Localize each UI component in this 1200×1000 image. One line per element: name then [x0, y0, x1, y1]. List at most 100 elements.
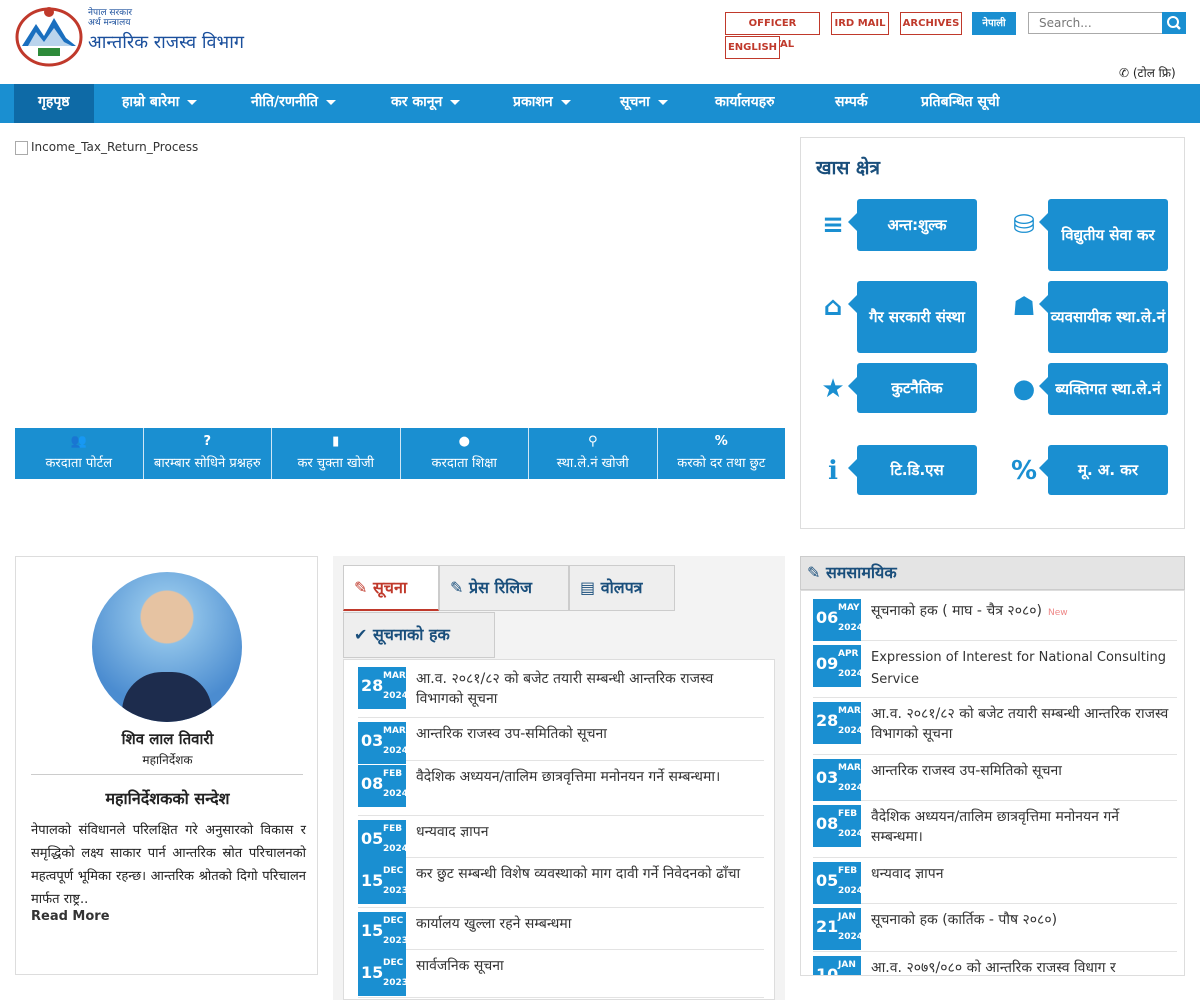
nav-notice[interactable]: सूचना: [620, 84, 668, 123]
list-item[interactable]: 28 MAR 2024 आ.व. २०८१/८२ को बजेट तयारी सम्ब…: [813, 698, 1177, 755]
database-icon: ⛁: [1013, 210, 1035, 240]
book-icon: ▤: [580, 578, 601, 597]
caret-down-icon: [325, 99, 336, 105]
edit-icon: ✎: [807, 563, 826, 582]
user-icon: ●: [458, 434, 470, 449]
special-item-personal-pan[interactable]: ● ब्यक्तिगत स्था.ले.नं: [1006, 363, 1176, 437]
special-item-vat[interactable]: % मू. अ. कर: [1006, 445, 1176, 519]
date-badge: 03 MAR 2024: [358, 722, 408, 764]
nav-publication[interactable]: प्रकाशन: [513, 84, 571, 123]
paperclip-icon: ✎: [450, 578, 469, 597]
special-item-diplomatic[interactable]: ★ कुटनैतिक: [815, 363, 985, 437]
notices-panel: ✎ सूचना ✎ प्रेस रिलिज ▤ वोलपत्र ✔ सूचनाक…: [333, 556, 785, 1000]
nav-tax-law[interactable]: कर कानून: [391, 84, 461, 123]
ird-mail-button[interactable]: IRD MAIL: [831, 12, 889, 35]
quicklink-tax-rates[interactable]: % करको दर तथा छुट: [657, 428, 785, 479]
check-circle-icon: ✔: [354, 625, 373, 644]
tab-tender[interactable]: ▤ वोलपत्र: [569, 565, 675, 611]
officer-portal-button[interactable]: OFFICER PORTAL: [725, 12, 820, 50]
question-icon: ?: [203, 434, 212, 449]
tab-press-release[interactable]: ✎ प्रेस रिलिज: [439, 565, 569, 611]
main-nav: गृहपृष्ठ हाम्रो बारेमा नीति/रणनीति कर का…: [0, 84, 1200, 123]
date-badge: 15 DEC 2023: [358, 954, 408, 996]
tab-right-to-info[interactable]: ✔ सूचनाको हक: [343, 612, 495, 658]
date-badge: 21 JAN 2024: [813, 908, 863, 950]
list-icon: ≡: [822, 210, 844, 240]
list-item[interactable]: 21 JAN 2024 सूचनाको हक (कार्तिक - पौष २०८०): [813, 904, 1177, 952]
caret-down-icon: [450, 99, 461, 105]
banner-image[interactable]: Income_Tax_Return_Process: [15, 140, 198, 155]
caret-down-icon: [657, 99, 668, 105]
special-item-tds[interactable]: ℹ टि.डि.एस: [815, 445, 985, 519]
quicklink-taxpayer-portal[interactable]: 👥 करदाता पोर्टल: [15, 428, 144, 479]
list-item[interactable]: 05 FEB 2024 धन्यवाद ज्ञापन: [813, 858, 1177, 904]
percent-icon: %: [1010, 456, 1038, 486]
director-role: महानिर्देशक: [142, 753, 193, 767]
nav-contact[interactable]: सम्पर्क: [835, 84, 868, 123]
date-badge: 09 APR 2024: [813, 645, 863, 687]
quicklink-pan-search[interactable]: ⚲ स्था.ले.नं खोजी: [529, 428, 658, 479]
search-icon: ⚲: [587, 434, 598, 449]
nav-offices[interactable]: कार्यालयहरु: [715, 84, 775, 123]
nav-about[interactable]: हाम्रो बारेमा: [122, 84, 198, 123]
users-icon: 👥: [70, 434, 87, 449]
director-photo: [92, 572, 242, 722]
archives-button[interactable]: ARCHIVES: [900, 12, 962, 35]
date-badge: 28 MAR 2024: [813, 702, 863, 744]
quicklink-taxpayer-education[interactable]: ● करदाता शिक्षा: [400, 428, 529, 479]
date-badge: 15 DEC 2023: [358, 912, 408, 954]
read-more-link[interactable]: Read More: [31, 909, 110, 924]
file-icon: ▮: [332, 434, 340, 449]
english-language-button[interactable]: ENGLISH: [725, 36, 780, 59]
date-badge: 15 DEC 2023: [358, 862, 408, 904]
list-item[interactable]: 28 MAR 2024 आ.व. २०८१/८२ को बजेट तयारी सम्ब…: [358, 663, 764, 718]
director-name: शिव लाल तिवारी: [121, 730, 214, 748]
toll-free[interactable]: ✆ (टोल फ्रि): [1119, 64, 1176, 81]
caret-down-icon: [187, 99, 198, 105]
list-item[interactable]: 03 MAR 2024 आन्तरिक राजस्व उप-समितिको सूचना: [813, 755, 1177, 801]
nav-home[interactable]: गृहपृष्ठ: [14, 84, 94, 123]
list-item[interactable]: 08 FEB 2024 वैदेशिक अध्ययन/तालिम छात्रवृत्त…: [358, 761, 764, 816]
emblem-icon[interactable]: [14, 6, 84, 68]
special-item-ngo[interactable]: ⌂ गैर सरकारी संस्था: [815, 281, 985, 355]
paperclip-icon: ✎: [354, 578, 373, 597]
user-secret-icon: ☗: [1012, 292, 1036, 322]
list-item[interactable]: 03 MAR 2024 आन्तरिक राजस्व उप-समितिको सूचना: [358, 718, 764, 764]
list-item[interactable]: 15 DEC 2023 सार्वजनिक सूचना: [358, 950, 764, 998]
date-badge: 10 JAN: [813, 956, 861, 975]
phone-icon: ✆: [1119, 66, 1133, 80]
site-title[interactable]: आन्तरिक राजस्व विभाग: [88, 30, 244, 54]
nav-restricted-list[interactable]: प्रतिबन्धित सूची: [921, 84, 1000, 123]
quicklink-tax-clearance[interactable]: ▮ कर चुक्ता खोजी: [272, 428, 401, 479]
list-item[interactable]: 10 JAN आ.व. २०७९/०८० को आन्तरिक राजस्व विध…: [813, 952, 1177, 975]
search-icon: [1167, 16, 1181, 30]
user-icon: ●: [1012, 374, 1036, 404]
director-message-heading: महानिर्देशकको सन्देश: [105, 789, 230, 808]
quicklink-faq[interactable]: ? बारम्बार सोधिने प्रश्नहरु: [143, 428, 272, 479]
list-item[interactable]: 09 APR 2024 Expression of Interest for Nati…: [813, 641, 1177, 698]
divider: [31, 774, 303, 775]
list-item[interactable]: 05 FEB 2024 धन्यवाद ज्ञापन: [358, 816, 764, 862]
special-areas-panel: खास क्षेत्र ≡ अन्त:शुल्क ⛁ विद्युतीय सेवा …: [800, 137, 1185, 529]
star-icon: ★: [821, 374, 845, 404]
list-item[interactable]: 08 FEB 2024 वैदेशिक अध्ययन/तालिम छात्रवृत्त…: [813, 801, 1177, 858]
current-affairs-list: 06 MAY 2024 सूचनाको हक ( माघ - चैत्र २०८०) N…: [800, 590, 1185, 976]
search-button[interactable]: [1162, 12, 1186, 34]
tab-notice[interactable]: ✎ सूचना: [343, 565, 439, 611]
nav-policy[interactable]: नीति/रणनीति: [251, 84, 336, 123]
list-item[interactable]: 15 DEC 2023 कार्यालय खुल्ला रहने सम्बन्धमा: [358, 908, 764, 954]
special-areas-title: खास क्षेत्र: [816, 157, 881, 179]
current-affairs-title: ✎ समसामयिक: [800, 556, 1185, 590]
new-badge: New: [1048, 608, 1068, 618]
director-message-text: नेपालको संविधानले परिलक्षित गरे अनुसारको…: [31, 823, 306, 907]
special-item-business-pan[interactable]: ☗ व्यवसायीक स्था.ले.नं: [1006, 281, 1176, 355]
date-badge: 08 FEB 2024: [813, 805, 863, 847]
list-item[interactable]: 15 DEC 2023 कर छुट सम्बन्धी विशेष व्यवस्थाक…: [358, 858, 764, 908]
caret-down-icon: [560, 99, 571, 105]
quick-links: 👥 करदाता पोर्टल ? बारम्बार सोधिने प्रश्नहर…: [15, 428, 785, 479]
special-item-excise[interactable]: ≡ अन्त:शुल्क: [815, 199, 985, 273]
current-affairs-panel: ✎ समसामयिक 06 MAY 2024 सूचनाको हक ( माघ - च…: [800, 556, 1185, 976]
nepali-language-button[interactable]: नेपाली: [972, 12, 1016, 35]
special-item-electronic-service-tax[interactable]: ⛁ विद्युतीय सेवा कर: [1006, 199, 1176, 273]
list-item[interactable]: 06 MAY 2024 सूचनाको हक ( माघ - चैत्र २०८०) N…: [813, 595, 1177, 641]
